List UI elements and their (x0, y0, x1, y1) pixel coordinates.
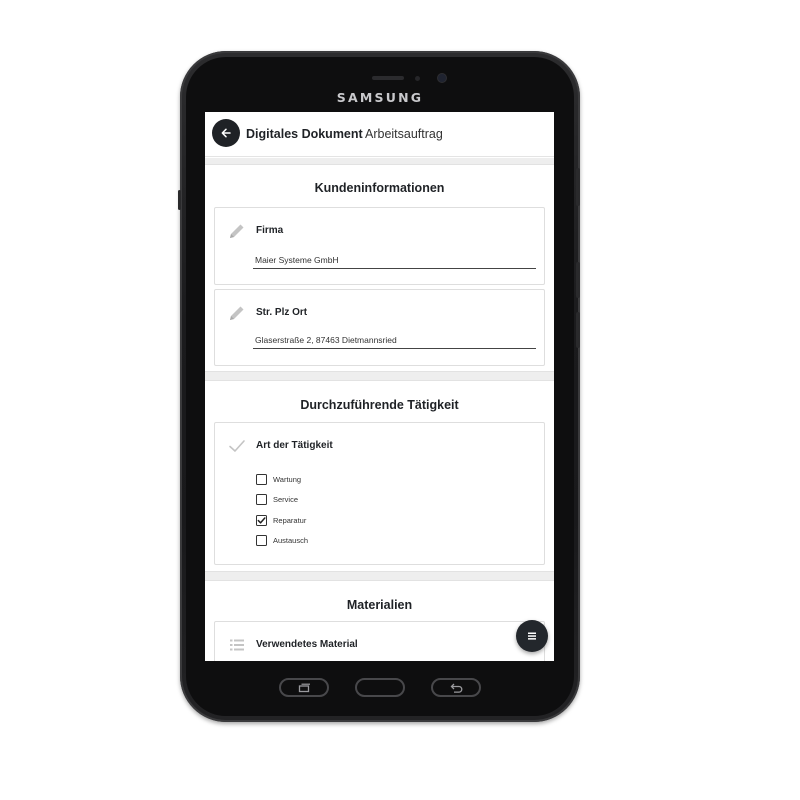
checkbox-label: Wartung (273, 474, 302, 484)
home-key[interactable] (355, 678, 405, 697)
address-label: Str. Plz Ort (256, 307, 308, 318)
menu-icon (528, 632, 536, 640)
list-icon (230, 639, 244, 651)
checkbox-label: Service (273, 494, 299, 504)
recent-apps-icon (298, 683, 310, 692)
section-title: Kundeninformationen (314, 181, 445, 195)
activity-card: Art der Tätigkeit Wartung Service Repara… (214, 422, 545, 565)
section-activity: Durchzuführende Tätigkeit Art der Tätigk… (205, 380, 554, 572)
checkbox[interactable] (256, 473, 267, 485)
back-button[interactable] (212, 119, 240, 147)
materials-card: Verwendetes Material (214, 621, 545, 661)
checkbox-label: Austausch (273, 535, 309, 545)
pencil-icon (230, 224, 244, 238)
checkbox[interactable] (256, 534, 267, 546)
menu-fab-button[interactable] (516, 620, 548, 652)
front-camera (438, 74, 446, 82)
side-key (178, 190, 181, 210)
section-title: Durchzuführende Tätigkeit (300, 398, 459, 412)
checkbox-label: Reparatur (273, 515, 307, 525)
app-screen: Digitales Dokument Arbeitsauftrag Kunden… (205, 112, 554, 661)
power-button (576, 312, 580, 348)
check-icon (257, 516, 266, 524)
company-card: Firma (214, 207, 545, 285)
arrow-left-icon (221, 128, 231, 138)
return-icon (450, 683, 463, 693)
check-icon (229, 440, 245, 452)
company-field[interactable] (253, 252, 536, 269)
volume-down-button (576, 262, 580, 298)
recent-apps-key[interactable] (279, 678, 329, 697)
checkbox-checked[interactable] (256, 514, 267, 526)
address-field[interactable] (253, 332, 536, 349)
section-title: Materialien (346, 598, 413, 612)
brand-logo: SAMSUNG (336, 90, 424, 105)
checkbox[interactable] (256, 493, 267, 505)
company-label: Firma (256, 225, 284, 236)
app-bar: Digitales Dokument Arbeitsauftrag (205, 112, 554, 157)
address-card: Str. Plz Ort (214, 289, 545, 366)
checkbox-option[interactable]: Austausch (256, 533, 308, 547)
checkbox-option[interactable]: Reparatur (256, 513, 306, 527)
checkbox-option[interactable]: Service (256, 492, 298, 506)
volume-up-button (576, 168, 580, 206)
materials-label: Verwendetes Material (256, 639, 358, 650)
section-materials: Materialien Verwendetes Material (205, 580, 554, 661)
section-customer-info: Kundeninformationen Firma Str. Plz Ort (205, 164, 554, 372)
checkbox-option[interactable]: Wartung (256, 472, 301, 486)
activity-label: Art der Tätigkeit (256, 440, 333, 451)
page-subtitle: Arbeitsauftrag (365, 127, 443, 141)
scroll-content[interactable]: Kundeninformationen Firma Str. Plz Ort (205, 158, 554, 661)
pencil-icon (230, 306, 244, 320)
earpiece-speaker (372, 76, 404, 80)
light-sensor (415, 76, 420, 81)
back-key[interactable] (431, 678, 481, 697)
page-title: Digitales Dokument (246, 127, 363, 141)
